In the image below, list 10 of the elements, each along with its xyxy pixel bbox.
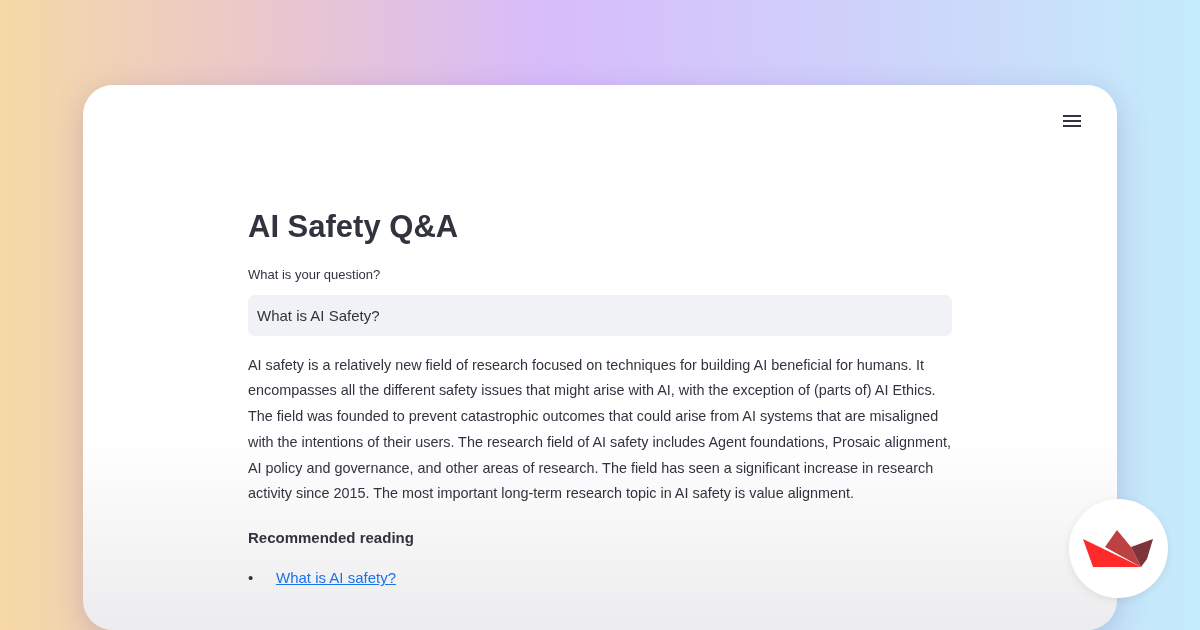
menu-icon [1063, 114, 1081, 128]
reading-heading: Recommended reading [248, 527, 415, 548]
boat-logo-icon [1082, 528, 1155, 569]
bullet: • [248, 568, 255, 589]
reading-link[interactable]: What is AI safety? [276, 567, 397, 590]
answer-paragraph: AI safety is a relatively new field of research focused on techniques for building AI beneficial for humans. It encompasses all the different safety issues that might arise with AI, with the exception of (parts of) AI Ethics. The field was founded to prevent catastrophic outcomes that could arise from AI systems that are misaligned with the intentions of their users. The research field of AI safety includes Agent foundations, Prosaic alignment, AI policy and governance, and other areas of research. The field has seen a significant increase in research activity since 2015. The most important long-term research topic in AI safety is value alignment. [248, 355, 952, 504]
menu-button[interactable] [1061, 112, 1083, 130]
page-title: AI Safety Q&A [248, 208, 460, 246]
question-field[interactable]: What is AI Safety? [248, 294, 952, 336]
question-label: What is your question? [248, 266, 382, 285]
